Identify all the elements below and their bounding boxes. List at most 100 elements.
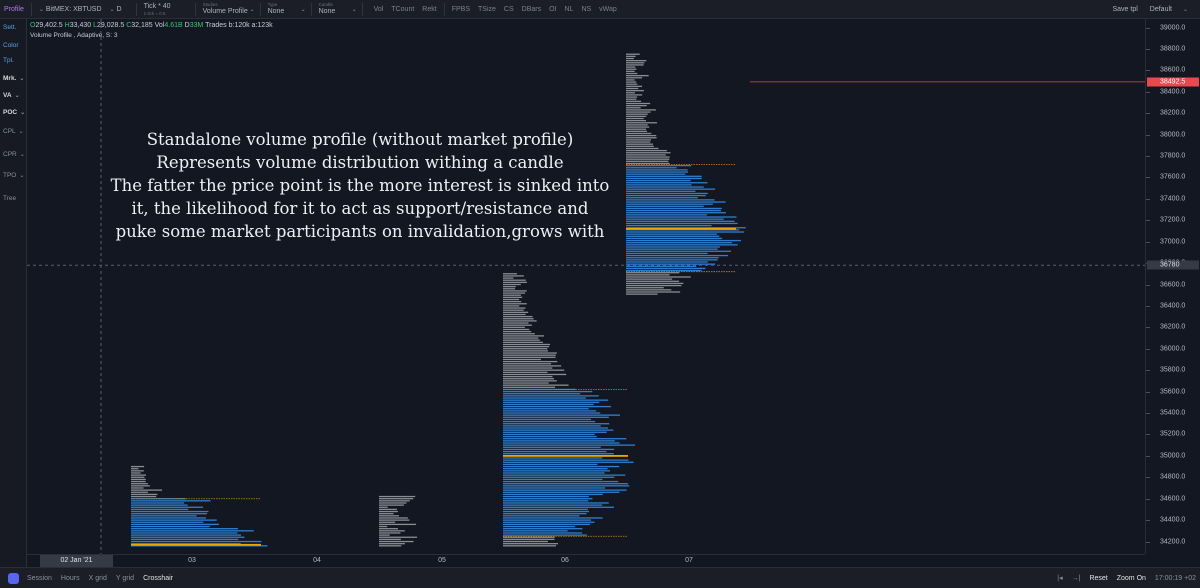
price-tick-label: 37200.0 [1160, 216, 1186, 224]
volume-bar [626, 280, 680, 282]
top-toolbar: Profile ⌄ BitMEX: XBTUSD ⌄ D Tick * 40 1 t… [0, 0, 1200, 19]
price-tick-label: 34400.0 [1160, 516, 1186, 524]
candle-selector[interactable]: Candle None ⌄ [315, 0, 359, 19]
price-tick-mark [1146, 198, 1150, 200]
toggle-y-grid[interactable]: Y grid [116, 575, 134, 582]
volume-bar [503, 373, 567, 376]
sidebar-item-tpo[interactable]: TPO ⌄ [3, 172, 24, 179]
sidebar-item-label: TPO [3, 172, 17, 179]
sidebar-item-poc[interactable]: POC ⌄ [3, 109, 25, 116]
toggle-dbars[interactable]: DBars [518, 0, 545, 19]
volume-bar [626, 87, 639, 90]
toggle-crosshair[interactable]: Crosshair [143, 575, 173, 582]
volume-bar [626, 289, 672, 291]
save-template-button[interactable]: Save tpl [1108, 0, 1141, 19]
toggle-vol[interactable]: Vol [370, 0, 388, 19]
volume-bar [503, 315, 533, 318]
price-tick-label: 38400.0 [1160, 88, 1186, 96]
chevron-down-icon: ⌄ [18, 129, 24, 135]
scroll-start-icon[interactable]: |◂ [1057, 574, 1062, 582]
timeframe-selector[interactable]: ⌄ D [106, 0, 126, 19]
volume-bar [131, 487, 144, 489]
volume-bar [503, 480, 619, 483]
volume-bar [626, 119, 647, 122]
type-selector[interactable]: Type None ⌄ [264, 0, 308, 19]
volume-bar [503, 427, 608, 429]
volume-bar [131, 483, 148, 485]
price-tick-mark [1146, 477, 1150, 479]
toggle-hours[interactable]: Hours [61, 575, 80, 582]
toggle-oi[interactable]: OI [545, 0, 560, 19]
toggle-nl[interactable]: NL [560, 0, 577, 19]
sidebar-item-cpl[interactable]: CPL ⌄ [3, 128, 24, 135]
date-tick-label: 05 [438, 557, 446, 564]
toggle-ns[interactable]: NS [577, 0, 595, 19]
sidebar-item-va[interactable]: VA ⌄ [3, 92, 20, 99]
price-tick-label: 35400.0 [1160, 409, 1186, 417]
volume-bar [131, 523, 219, 526]
price-tick-label: 35000.0 [1160, 452, 1186, 460]
price-tick-label: 38200.0 [1160, 109, 1186, 117]
chart-canvas[interactable] [27, 19, 1145, 554]
volume-bar [131, 517, 207, 519]
annotation-line: Standalone volume profile (without marke… [146, 130, 574, 149]
toggle-cs[interactable]: CS [500, 0, 518, 19]
volume-bar [503, 502, 609, 504]
toggle-vwap[interactable]: vWap [595, 0, 621, 19]
volume-bar [503, 369, 565, 371]
volume-bar [131, 521, 204, 523]
volume-bar [379, 545, 402, 547]
volume-bar [131, 532, 238, 534]
volume-bar [626, 68, 637, 70]
sidebar-item-tree[interactable]: Tree [3, 195, 16, 202]
date-axis[interactable]: 02 Jan '21 03 04 05 06 07 [27, 554, 1145, 567]
volume-bar [503, 515, 580, 517]
volume-bar [503, 474, 626, 476]
volume-bar [503, 309, 524, 311]
study-selector[interactable]: Studies Volume Profile ⌄ [199, 0, 257, 19]
toggle-session[interactable]: Session [27, 575, 52, 582]
price-tick-mark [1146, 220, 1150, 222]
sidebar-item-mrk[interactable]: Mrk. ⌄ [3, 75, 24, 82]
default-template-button[interactable]: Default [1146, 0, 1176, 19]
tick-size-selector[interactable]: Tick * 40 1 tick = 0.5 [140, 0, 192, 19]
volume-bar [626, 81, 637, 83]
volume-bar [131, 530, 254, 532]
sidebar-item-color[interactable]: Color [3, 42, 19, 49]
volume-bar [503, 506, 614, 508]
volume-bar [131, 495, 157, 498]
toggle-tcount[interactable]: TCount [387, 0, 418, 19]
reset-button[interactable]: Reset [1089, 575, 1107, 582]
chevron-down-icon: ⌄ [249, 6, 255, 13]
sidebar-item-tpl[interactable]: Tpl. [3, 57, 14, 64]
volume-bar [379, 502, 407, 504]
chevron-down-icon[interactable]: ⌄ [1176, 0, 1192, 19]
sidebar-item-sett[interactable]: Sett. [3, 24, 16, 31]
volume-label: Vol [154, 22, 165, 29]
volume-bar [131, 491, 148, 493]
volume-bar [626, 257, 719, 259]
volume-bar [503, 328, 530, 331]
app-logo-icon [8, 572, 19, 584]
toggle-x-grid[interactable]: X grid [89, 575, 107, 582]
toggle-tsize[interactable]: TSize [474, 0, 500, 19]
volume-bar [379, 532, 401, 534]
price-tick-label: 39000.0 [1160, 24, 1186, 31]
sidebar-item-cpr[interactable]: CPR ⌄ [3, 151, 25, 158]
volume-bar [503, 540, 548, 543]
price-tick-mark [1146, 413, 1150, 415]
price-axis[interactable]: 39000.0 38800.0 38600.0 38400.0 38200.0 38000… [1145, 19, 1200, 554]
volume-bar [503, 348, 548, 350]
scroll-end-icon[interactable]: →| [1072, 575, 1081, 582]
profile-menu-button[interactable]: Profile [0, 0, 28, 19]
bottom-bar: Session Hours X grid Y grid Crosshair |◂ →| … [0, 567, 1200, 588]
volume-bar [503, 395, 599, 397]
symbol-selector[interactable]: ⌄ BitMEX: XBTUSD [35, 0, 106, 19]
toggle-rekt[interactable]: Rekt [418, 0, 440, 19]
volume-bar [503, 386, 556, 388]
zoom-on-button[interactable]: Zoom On [1117, 575, 1146, 582]
toggle-fpbs[interactable]: FPBS [448, 0, 474, 19]
volume-bar [503, 491, 620, 493]
volume-bar [503, 324, 532, 326]
volume-bar [379, 521, 396, 523]
